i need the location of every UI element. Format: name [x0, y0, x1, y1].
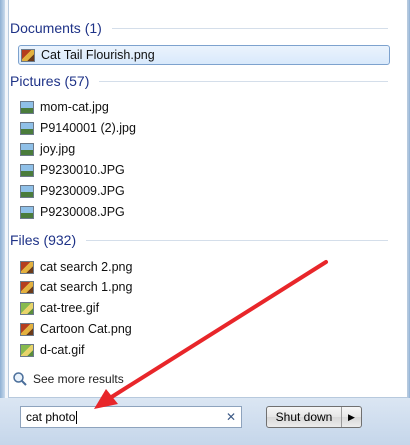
png-image-icon: [21, 48, 35, 62]
text-caret: [76, 410, 78, 424]
jpg-image-icon: [20, 121, 34, 135]
list-item-picture[interactable]: P9230009.JPG: [20, 181, 125, 201]
png-image-icon: [20, 260, 34, 274]
jpg-image-icon: [20, 100, 34, 114]
see-more-results-link[interactable]: See more results: [12, 371, 124, 387]
jpg-image-icon: [20, 205, 34, 219]
list-item-picture[interactable]: P9230010.JPG: [20, 160, 125, 180]
list-item-label: Cartoon Cat.png: [40, 322, 132, 336]
list-item-picture[interactable]: mom-cat.jpg: [20, 97, 109, 117]
list-item-file[interactable]: cat search 2.png: [20, 257, 132, 277]
list-item-file[interactable]: d-cat.gif: [20, 340, 84, 360]
search-input[interactable]: cat photo ✕: [20, 406, 242, 428]
list-item-label: mom-cat.jpg: [40, 100, 109, 114]
list-item-cat-tail-flourish[interactable]: Cat Tail Flourish.png: [18, 45, 390, 65]
documents-header-label: Documents (1): [10, 20, 102, 36]
list-item-file[interactable]: cat search 1.png: [20, 277, 132, 297]
list-item-label: P9230009.JPG: [40, 184, 125, 198]
header-divider: [86, 239, 388, 241]
list-item-label: P9140001 (2).jpg: [40, 121, 136, 135]
jpg-image-icon: [20, 163, 34, 177]
files-header-label: Files (932): [10, 232, 77, 248]
list-item-label: joy.jpg: [40, 142, 76, 156]
png-image-icon: [20, 280, 34, 294]
list-item-label: d-cat.gif: [40, 343, 85, 357]
shut-down-button[interactable]: Shut down ▶: [266, 406, 362, 428]
triangle-right-icon[interactable]: ▶: [342, 412, 361, 423]
clear-x-icon[interactable]: ✕: [226, 410, 236, 424]
gif-image-icon: [20, 301, 34, 315]
jpg-image-icon: [20, 142, 34, 156]
list-item-label: cat search 2.png: [40, 260, 133, 274]
list-item-picture[interactable]: joy.jpg: [20, 139, 75, 159]
list-item-label: P9230008.JPG: [40, 205, 125, 219]
list-item-label: cat-tree.gif: [40, 301, 100, 315]
magnifier-icon: [13, 372, 27, 386]
jpg-image-icon: [20, 184, 34, 198]
shut-down-label: Shut down: [275, 410, 333, 424]
header-divider: [111, 27, 388, 29]
documents-group-header[interactable]: Documents (1): [10, 20, 388, 36]
header-divider: [99, 80, 388, 82]
list-item-file[interactable]: Cartoon Cat.png: [20, 319, 132, 339]
gif-image-icon: [20, 343, 34, 357]
list-item-file[interactable]: cat-tree.gif: [20, 298, 99, 318]
list-item-picture[interactable]: P9230008.JPG: [20, 202, 125, 222]
list-item-label: cat search 1.png: [40, 280, 133, 294]
pictures-header-label: Pictures (57): [10, 73, 90, 89]
see-more-results-label: See more results: [33, 372, 124, 386]
list-item-label: Cat Tail Flourish.png: [41, 48, 155, 62]
files-group-header[interactable]: Files (932): [10, 232, 388, 248]
search-input-value: cat photo: [26, 410, 76, 424]
window-frame-left: [0, 0, 5, 445]
png-image-icon: [20, 322, 34, 336]
list-item-label: P9230010.JPG: [40, 163, 125, 177]
list-item-picture[interactable]: P9140001 (2).jpg: [20, 118, 136, 138]
pictures-group-header[interactable]: Pictures (57): [10, 73, 388, 89]
